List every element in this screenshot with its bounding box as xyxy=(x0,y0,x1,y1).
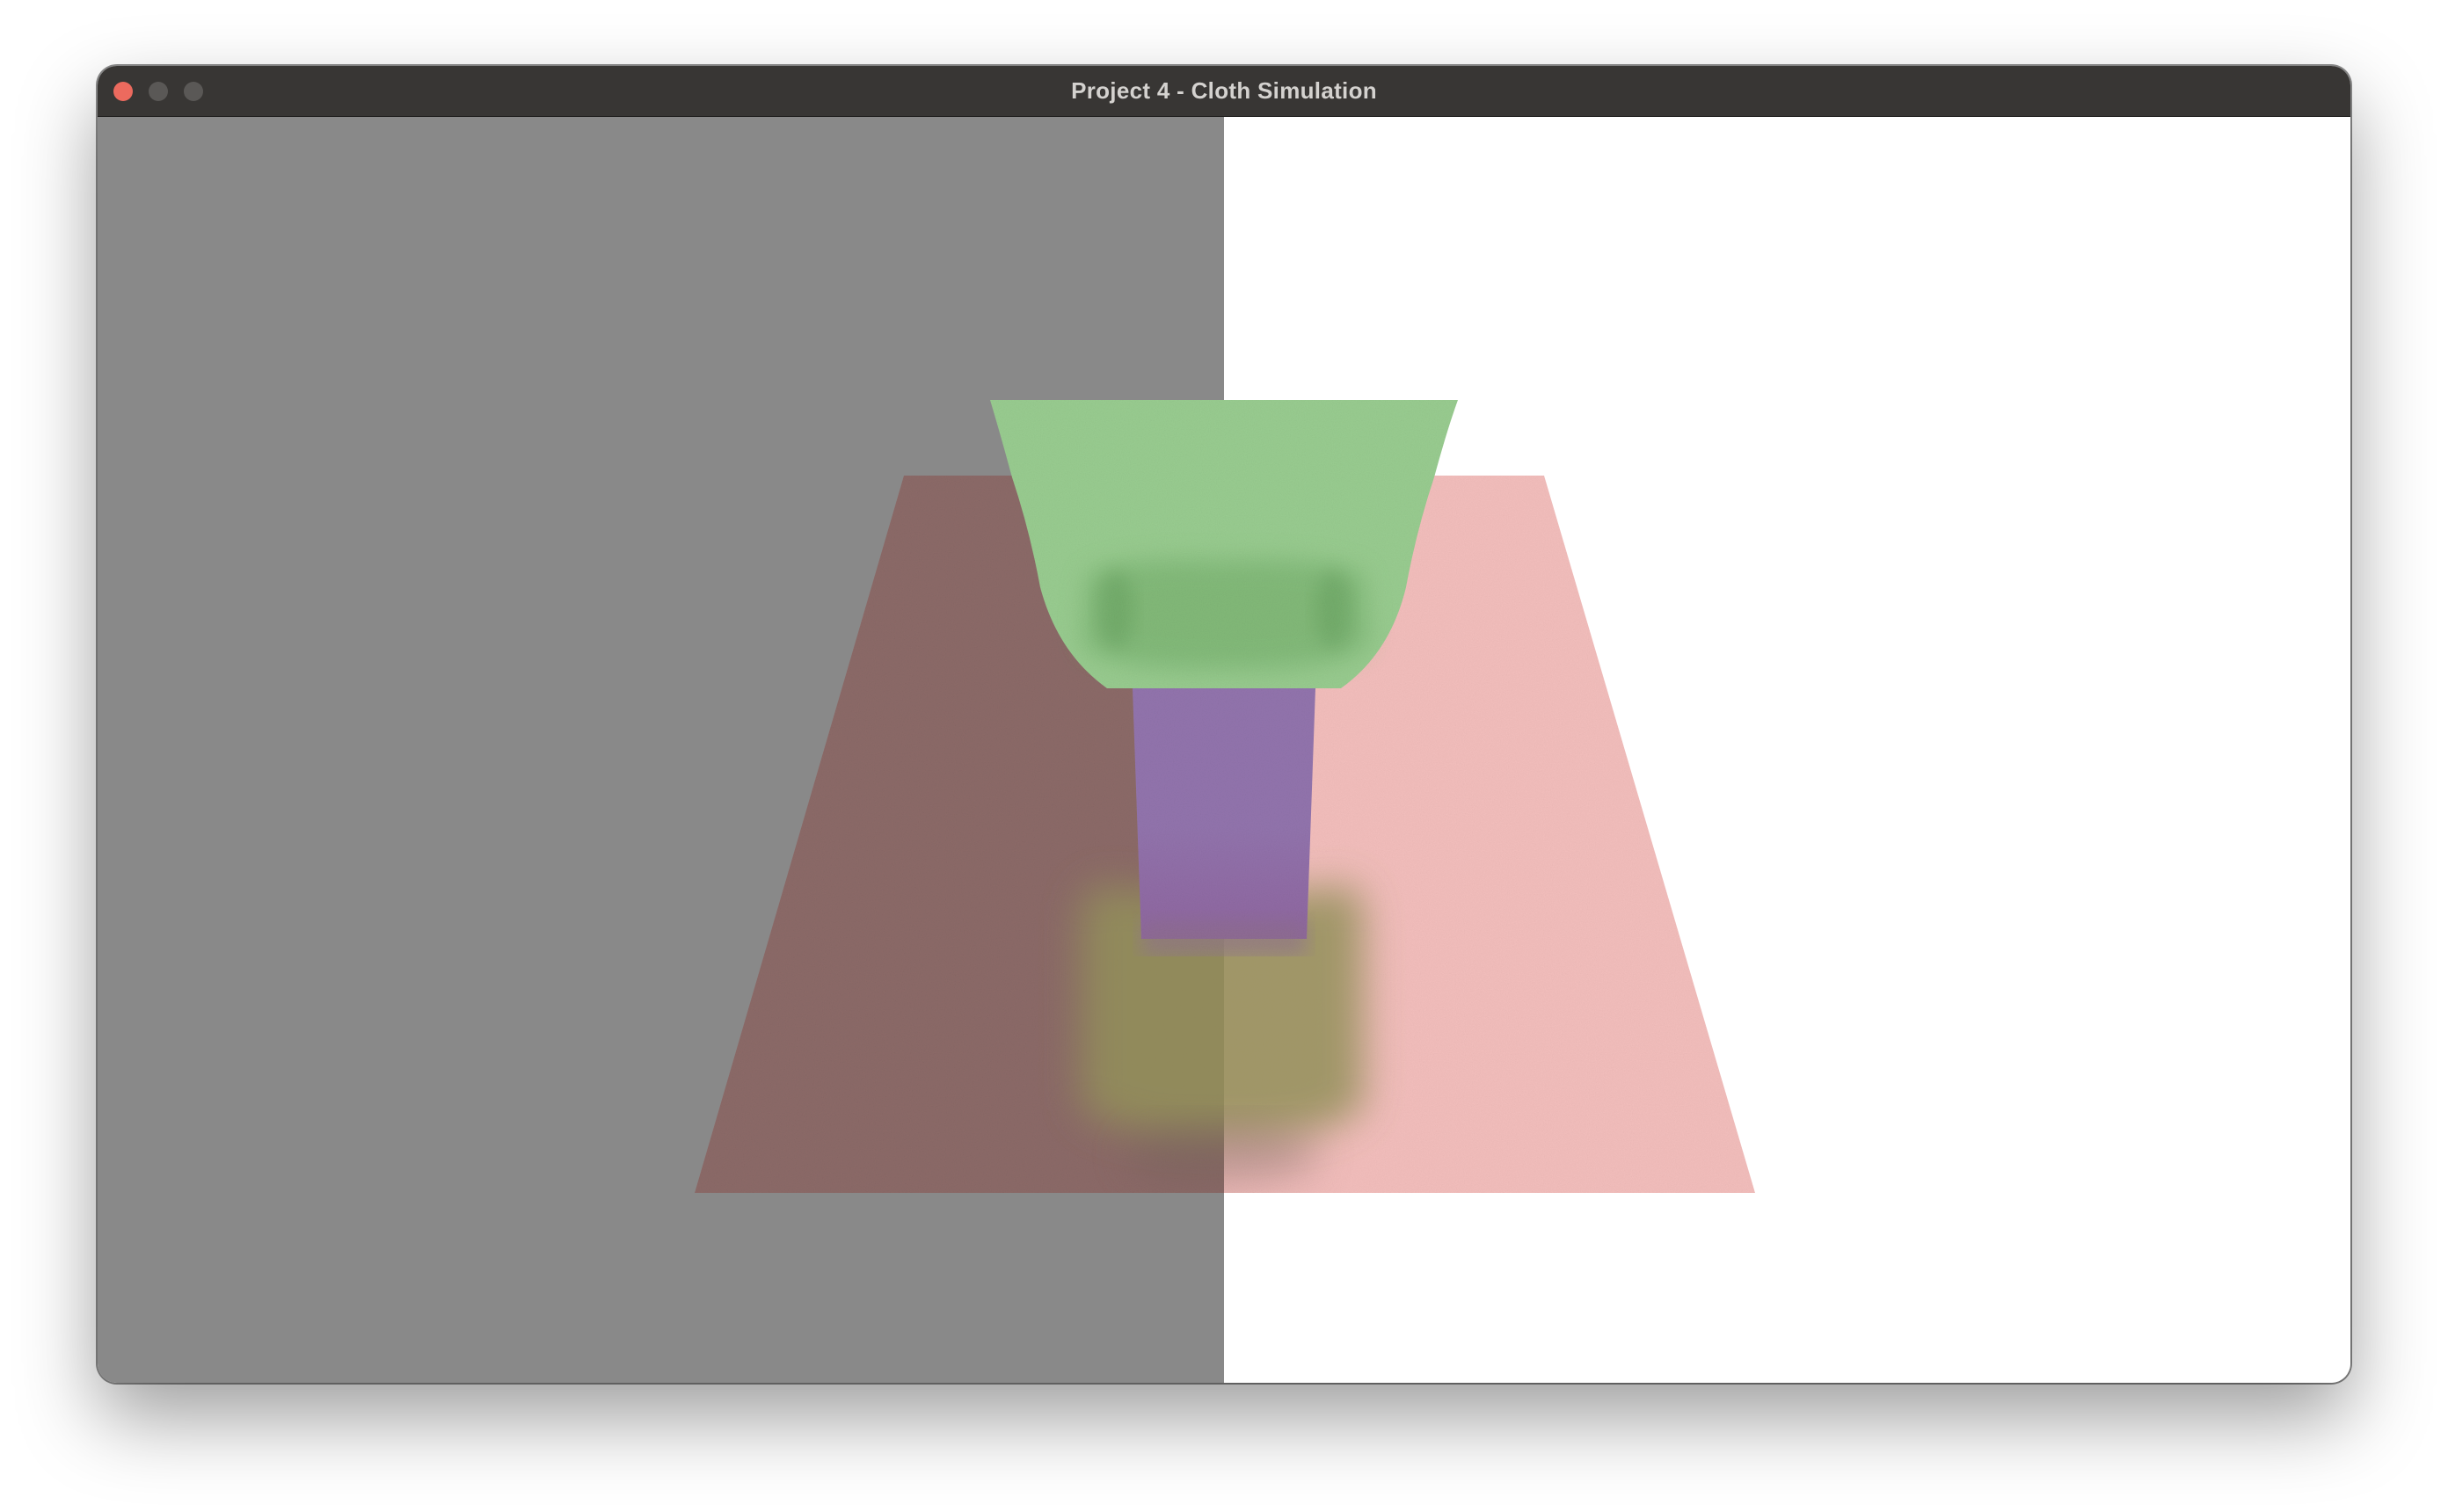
pillar-object xyxy=(1133,688,1315,956)
scene-canvas xyxy=(98,117,2350,1383)
render-viewport[interactable] xyxy=(98,117,2350,1383)
window-title: Project 4 - Cloth Simulation xyxy=(1071,77,1377,104)
title-bar[interactable]: Project 4 - Cloth Simulation xyxy=(98,66,2350,117)
app-window: Project 4 - Cloth Simulation xyxy=(98,66,2350,1383)
